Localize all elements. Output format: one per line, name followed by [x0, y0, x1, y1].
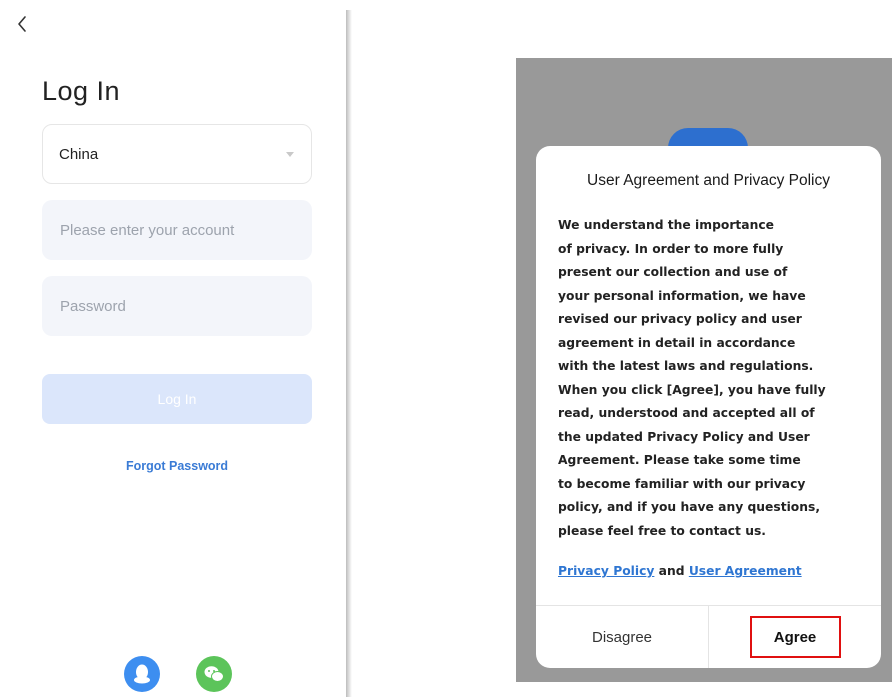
body-line: the updated Privacy Policy and User — [558, 429, 810, 444]
privacy-policy-link[interactable]: Privacy Policy — [558, 564, 654, 578]
body-line: revised our privacy policy and user — [558, 312, 802, 326]
screen-edge-shadow — [346, 10, 352, 697]
privacy-dialog: User Agreement and Privacy Policy We und… — [536, 146, 881, 668]
login-screen: Log In China Log In Forgot Password — [0, 0, 346, 697]
qq-penguin-icon — [134, 664, 150, 684]
agree-label: Agree — [773, 628, 817, 646]
body-line: please feel free to contact us. — [558, 523, 766, 538]
body-line: read, understood and accepted all of — [558, 406, 815, 420]
wechat-icon — [204, 666, 224, 682]
body-line: agreement in detail in accordance — [558, 335, 796, 350]
chevron-down-icon — [286, 152, 294, 157]
login-button[interactable]: Log In — [42, 374, 312, 424]
body-line: When you click [Agree], you have fully — [558, 382, 826, 397]
body-line: Agreement. Please take some time — [558, 453, 801, 467]
back-button[interactable] — [10, 10, 34, 38]
dialog-title: User Agreement and Privacy Policy — [587, 172, 830, 189]
body-line: policy, and if you have any questions, — [558, 500, 821, 514]
agree-button[interactable]: Agree — [709, 606, 881, 668]
body-line: present our collection and use of — [558, 265, 788, 279]
body-line: of privacy. In order to more fully — [558, 241, 784, 256]
chevron-left-icon — [18, 16, 26, 32]
page-title: Log In — [42, 76, 121, 106]
agree-highlight-box: Agree — [749, 616, 841, 658]
country-value: China — [59, 145, 99, 163]
agreement-screen: User Agreement and Privacy Policy We und… — [516, 58, 892, 682]
qq-login-button[interactable] — [124, 656, 160, 692]
body-line: We understand the importance — [558, 218, 774, 232]
account-input[interactable] — [58, 220, 296, 240]
account-field-wrapper — [42, 200, 312, 260]
dialog-links: Privacy Policy and User Agreement — [558, 564, 802, 578]
country-select[interactable]: China — [42, 124, 312, 184]
dialog-body: We understand the importance of privacy.… — [558, 214, 858, 543]
wechat-login-button[interactable] — [196, 656, 232, 692]
body-line: with the latest laws and regulations. — [558, 359, 814, 373]
body-line: your personal information, we have — [558, 288, 806, 303]
password-input[interactable] — [58, 296, 296, 316]
body-line: to become familiar with our privacy — [558, 476, 806, 491]
forgot-password-link[interactable]: Forgot Password — [42, 459, 312, 473]
password-field-wrapper — [42, 276, 312, 336]
and-text: and — [658, 564, 685, 578]
disagree-button[interactable]: Disagree — [536, 606, 708, 668]
user-agreement-link[interactable]: User Agreement — [689, 564, 802, 578]
